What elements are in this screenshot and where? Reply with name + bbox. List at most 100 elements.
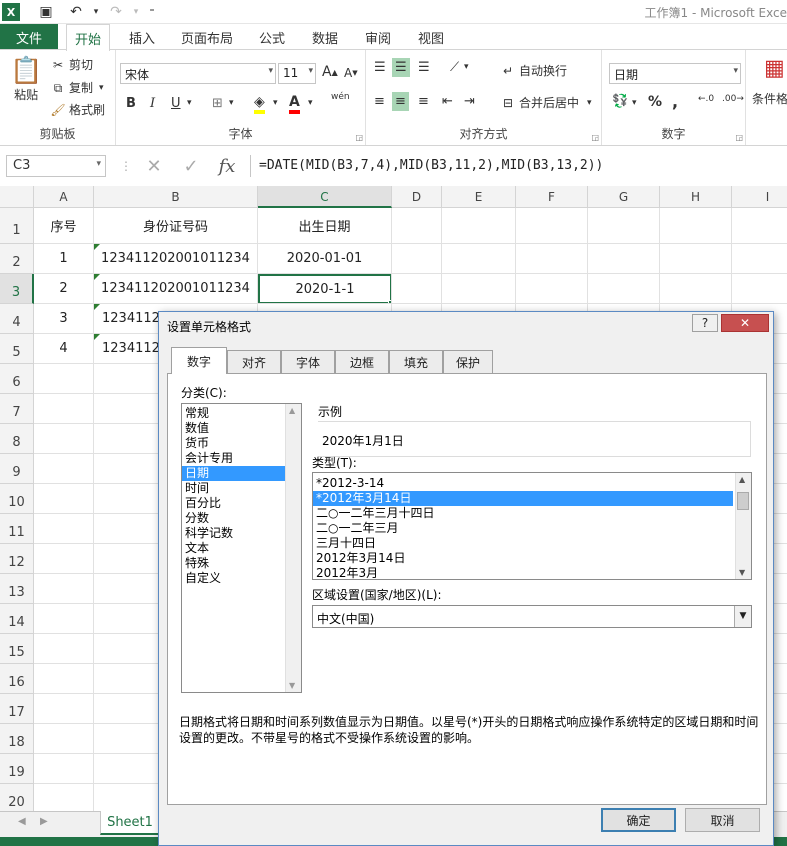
font-color-icon[interactable]: A xyxy=(289,94,300,114)
type-item[interactable]: 二○一二年三月十四日 xyxy=(313,506,733,521)
undo-dropdown-icon[interactable]: ▾ xyxy=(86,2,106,22)
align-left-icon[interactable]: ≡ xyxy=(374,94,385,109)
type-scrollbar[interactable]: ▲ ▼ xyxy=(735,473,751,579)
category-item[interactable]: 特殊 xyxy=(182,556,285,571)
type-item[interactable]: 三月十四日 xyxy=(313,536,733,551)
scroll-down-icon[interactable]: ▼ xyxy=(739,568,745,577)
row-header[interactable]: 4 xyxy=(0,304,34,334)
scroll-up-icon[interactable]: ▲ xyxy=(289,406,295,415)
copy-button[interactable]: ⧉ 复制 ▾ xyxy=(50,79,104,96)
row-header[interactable]: 3 xyxy=(0,274,34,304)
underline-button[interactable]: U xyxy=(171,96,181,111)
sheet-tab-sheet1[interactable]: Sheet1 xyxy=(100,811,160,835)
row-header[interactable]: 19 xyxy=(0,754,34,784)
chevron-down-icon[interactable]: ▾ xyxy=(273,98,278,108)
row-header[interactable]: 20 xyxy=(0,784,34,811)
row-header[interactable]: 6 xyxy=(0,364,34,394)
orientation-icon[interactable]: ⟋ xyxy=(450,60,459,75)
category-item[interactable]: 分数 xyxy=(182,511,285,526)
row-header[interactable]: 9 xyxy=(0,454,34,484)
tab-font[interactable]: 字体 xyxy=(281,350,335,373)
tab-formulas[interactable]: 公式 xyxy=(259,24,285,50)
column-header[interactable]: F xyxy=(516,186,588,208)
category-item[interactable]: 货币 xyxy=(182,436,285,451)
category-item[interactable]: 会计专用 xyxy=(182,451,285,466)
column-header[interactable]: B xyxy=(94,186,258,208)
chevron-down-icon[interactable]: ▾ xyxy=(464,62,469,72)
row-header[interactable]: 12 xyxy=(0,544,34,574)
cancel-icon[interactable]: ✕ xyxy=(140,155,168,177)
chevron-down-icon[interactable]: ▾ xyxy=(632,98,637,108)
category-scrollbar[interactable]: ▲ ▼ xyxy=(285,404,301,692)
category-item[interactable]: 数值 xyxy=(182,421,285,436)
redo-icon[interactable]: ↷ xyxy=(106,2,126,22)
cell-a1[interactable]: 序号 xyxy=(34,208,94,244)
align-middle-icon[interactable]: ☰ xyxy=(392,58,410,77)
merge-center-button[interactable]: ⊟ 合并后居中 ▾ xyxy=(500,94,592,111)
locale-select[interactable]: 中文(中国) ▼ xyxy=(312,605,752,628)
column-header[interactable]: G xyxy=(588,186,660,208)
type-item[interactable]: *2012-3-14 xyxy=(313,476,733,491)
chevron-down-icon[interactable]: ▾ xyxy=(308,98,313,108)
close-button[interactable]: ✕ xyxy=(721,314,769,332)
tab-protection[interactable]: 保护 xyxy=(443,350,493,373)
align-right-icon[interactable]: ≡ xyxy=(418,94,429,109)
prev-sheet-icon[interactable]: ◀ xyxy=(18,816,26,827)
dialog-launcher-icon[interactable]: ◲ xyxy=(591,133,599,142)
undo-icon[interactable]: ↶ xyxy=(66,2,86,22)
row-header[interactable]: 11 xyxy=(0,514,34,544)
grow-font-button[interactable]: A ▲ xyxy=(322,64,338,80)
ok-button[interactable]: 确定 xyxy=(601,808,676,832)
category-item[interactable]: 日期 xyxy=(182,466,285,481)
accounting-format-icon[interactable]: 💱 xyxy=(612,94,628,109)
tab-border[interactable]: 边框 xyxy=(335,350,389,373)
tab-data[interactable]: 数据 xyxy=(312,24,338,50)
row-header[interactable]: 10 xyxy=(0,484,34,514)
row-header[interactable]: 1 xyxy=(0,208,34,244)
cut-button[interactable]: ✂ 剪切 xyxy=(50,56,93,73)
align-center-icon[interactable]: ≡ xyxy=(392,92,409,111)
column-header[interactable]: D xyxy=(392,186,442,208)
tab-alignment[interactable]: 对齐 xyxy=(227,350,281,373)
cell-a4[interactable]: 3 xyxy=(34,304,94,334)
percent-button[interactable]: % xyxy=(648,94,662,110)
decrease-decimal-icon[interactable]: .00→ xyxy=(722,94,744,104)
column-header[interactable]: E xyxy=(442,186,516,208)
row-header[interactable]: 17 xyxy=(0,694,34,724)
row-header[interactable]: 2 xyxy=(0,244,34,274)
type-item[interactable]: 2012年3月14日 xyxy=(313,551,733,566)
comma-button[interactable]: , xyxy=(672,92,678,111)
wrap-text-button[interactable]: ↵ 自动换行 xyxy=(500,62,567,79)
row-header[interactable]: 18 xyxy=(0,724,34,754)
save-icon[interactable]: ▣ xyxy=(36,2,56,22)
number-format-select[interactable]: 日期 ▾ xyxy=(609,63,741,84)
scroll-up-icon[interactable]: ▲ xyxy=(739,475,745,484)
name-box[interactable]: C3 ▾ xyxy=(6,155,106,177)
font-size-select[interactable]: 11 ▾ xyxy=(278,63,316,84)
cell-b3[interactable]: 123411202001011234 xyxy=(94,274,258,304)
select-all-corner[interactable] xyxy=(0,186,34,208)
row-header[interactable]: 7 xyxy=(0,394,34,424)
tab-view[interactable]: 视图 xyxy=(418,24,444,50)
tab-home[interactable]: 开始 xyxy=(66,24,111,51)
borders-icon[interactable]: ⊞ xyxy=(212,96,223,111)
category-item[interactable]: 科学记数 xyxy=(182,526,285,541)
insert-function-icon[interactable]: fx xyxy=(213,155,241,177)
phonetic-button[interactable]: wén xyxy=(331,92,350,102)
tab-fill[interactable]: 填充 xyxy=(389,350,443,373)
category-item[interactable]: 文本 xyxy=(182,541,285,556)
cell-a2[interactable]: 1 xyxy=(34,244,94,274)
row-header[interactable]: 5 xyxy=(0,334,34,364)
type-item[interactable]: 二○一二年三月 xyxy=(313,521,733,536)
tab-number[interactable]: 数字 xyxy=(171,347,227,374)
bold-button[interactable]: B xyxy=(126,96,136,111)
row-header[interactable]: 13 xyxy=(0,574,34,604)
cell-c1[interactable]: 出生日期 xyxy=(258,208,392,244)
align-bottom-icon[interactable]: ☰ xyxy=(418,60,430,75)
category-item[interactable]: 常规 xyxy=(182,406,285,421)
column-header[interactable]: A xyxy=(34,186,94,208)
cell-b1[interactable]: 身份证号码 xyxy=(94,208,258,244)
fill-color-icon[interactable]: ◈ xyxy=(254,94,265,114)
type-item[interactable]: 2012年3月 xyxy=(313,566,733,579)
help-button[interactable]: ? xyxy=(692,314,718,332)
